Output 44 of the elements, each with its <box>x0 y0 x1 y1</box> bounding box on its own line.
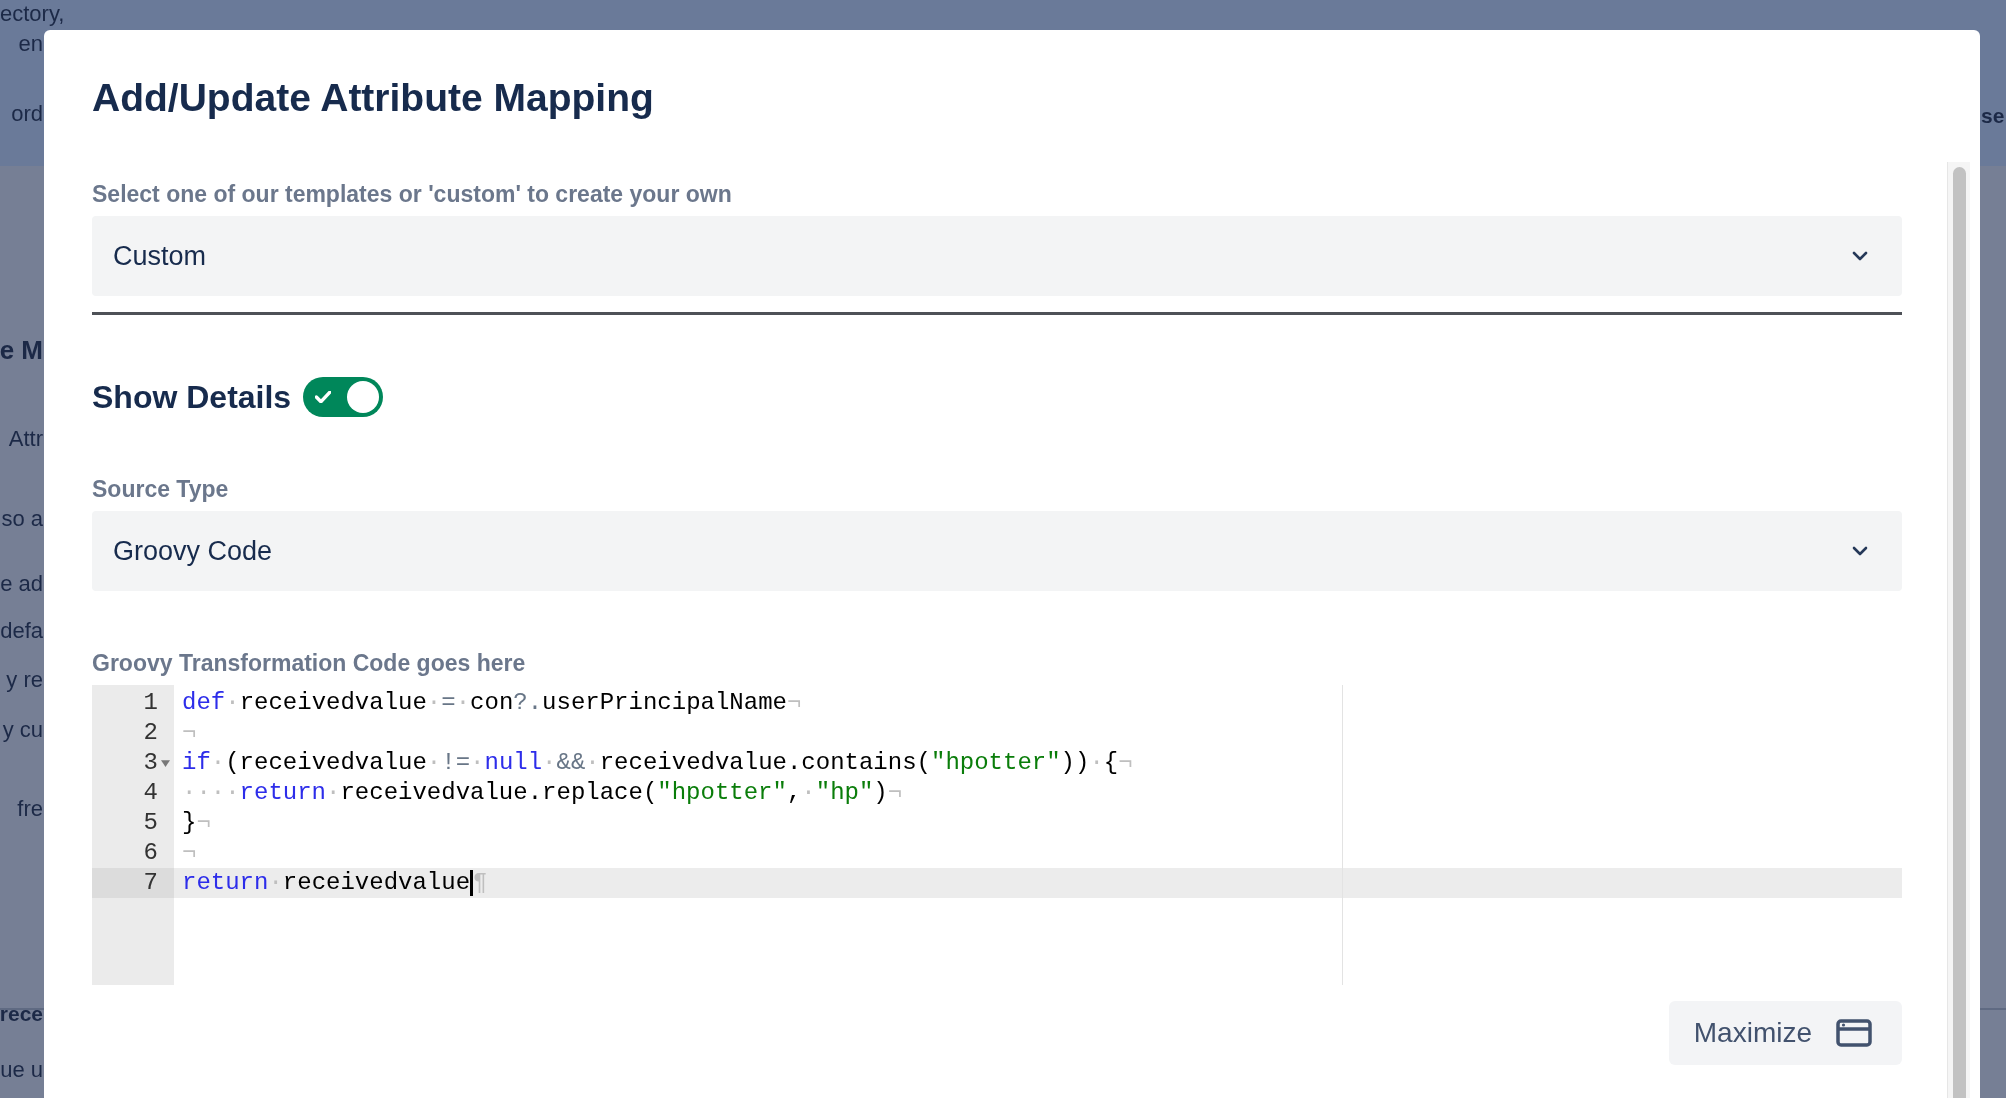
code-editor[interactable] <box>92 685 1902 985</box>
scrollbar[interactable] <box>1947 162 1970 1098</box>
toggle-label: Show Details <box>92 378 292 416</box>
field-label: Select one of our templates or 'custom' to create your own <box>92 180 733 208</box>
line-number: 5 <box>143 808 158 838</box>
background-text: ue u <box>0 1056 43 1084</box>
background-text: Attr <box>8 425 43 453</box>
chevron-down-icon <box>1852 546 1868 556</box>
background-text: ectory, <box>0 0 65 28</box>
template-select[interactable]: Custom <box>92 216 1902 296</box>
background-text: y cu <box>2 716 43 744</box>
code-line: if·(receivedvalue·!=·null·&&·receivedvalue.contains("hpotter"))·{¬ <box>182 749 1133 776</box>
field-label: Source Type <box>92 475 230 503</box>
line-number: 3 <box>143 748 158 778</box>
background-text: e ad <box>0 570 43 598</box>
dialog-title: Add/Update Attribute Mapping <box>92 75 655 121</box>
fold-icon[interactable] <box>161 759 170 767</box>
field-label: Groovy Transformation Code goes here <box>92 649 527 677</box>
chevron-down-icon <box>1852 251 1868 261</box>
background-text: e M <box>0 334 43 366</box>
code-line: return·receivedvalue¶ <box>182 869 488 896</box>
toggle-switch[interactable] <box>303 377 384 417</box>
source-type-select[interactable]: Groovy Code <box>92 511 1902 591</box>
background-text: ord <box>11 100 43 128</box>
code-line: ····return·receivedvalue.replace("hpotter",·"hp")¬ <box>182 779 903 806</box>
maximize-button[interactable]: Maximize <box>1668 1001 1902 1065</box>
background-text: defa <box>0 617 43 645</box>
code-line: }¬ <box>182 809 211 836</box>
line-number: 1 <box>143 688 158 718</box>
window-icon <box>1836 1019 1872 1047</box>
background-text: se <box>1981 103 2005 129</box>
code-line: def·receivedvalue·=·con?.userPrincipalName¬ <box>182 689 802 716</box>
line-number: 2 <box>143 718 158 748</box>
line-number: 4 <box>143 778 158 808</box>
code-line: ¬ <box>182 839 197 866</box>
background-text: y re <box>6 666 43 694</box>
background-text: rece <box>0 1001 43 1027</box>
code-line: ¬ <box>182 719 197 746</box>
line-number: 6 <box>143 838 158 868</box>
background-text: fre <box>17 795 43 823</box>
background-text: so a <box>1 505 43 533</box>
background-text: en <box>18 30 43 58</box>
line-number: 7 <box>143 868 158 898</box>
check-icon <box>315 391 332 403</box>
